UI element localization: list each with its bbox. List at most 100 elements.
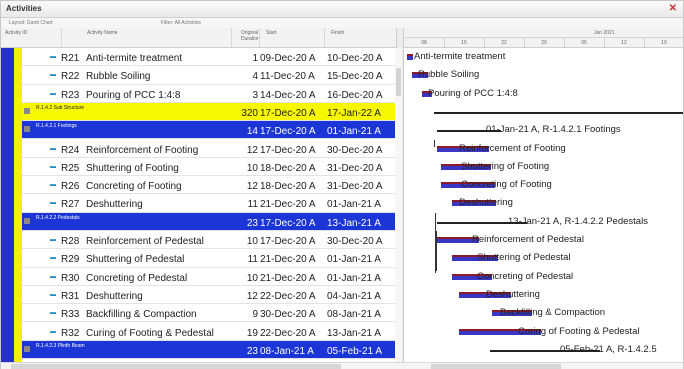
- scroll-thumb[interactable]: [396, 68, 401, 96]
- activity-bar-label: Curing of Footing & Pedestal: [518, 325, 640, 337]
- activity-name: Anti-termite treatment: [86, 53, 183, 64]
- table-row[interactable]: ▬ R25 Shuttering of Footing 10 18-Dec-20 A 31…: [22, 157, 396, 177]
- duration-cell: 1: [252, 53, 258, 64]
- duration-cell: 11: [247, 254, 258, 266]
- activity-name: Concreting of Pedestal: [86, 272, 188, 284]
- activity-bar-label: Concreting of Pedestal: [477, 270, 574, 282]
- timescale-top: Jan 2021: [404, 28, 683, 38]
- table-row[interactable]: ▬ R32 Curing of Footing & Pedestal 19 22-Dec…: [22, 322, 396, 341]
- timescale-tick: 12: [621, 40, 627, 46]
- summary-bar-label: 13-Jan-21 A, R-1.4.2.2 Pedestals: [508, 215, 648, 227]
- wbs-row[interactable]: R.1.4.2.2 Pedestals 23 17-Dec-20 A 13-Jan-2…: [22, 212, 396, 231]
- summary-bar[interactable]: [434, 111, 683, 114]
- activity-id: R22: [61, 71, 80, 83]
- col-activity-id[interactable]: Activity ID: [5, 30, 27, 36]
- gantt-scroll-thumb[interactable]: [431, 364, 561, 369]
- close-icon[interactable]: ✕: [669, 3, 677, 14]
- start-cell: 08-Jan-21 A: [260, 345, 314, 357]
- activity-id: R28: [61, 236, 80, 247]
- activity-status-icon: ▬: [50, 200, 56, 207]
- table-row[interactable]: ▬ R23 Pouring of PCC 1:4:8 3 14-Dec-20 A 16-D…: [22, 84, 396, 103]
- duration-cell: 4: [252, 71, 258, 83]
- finish-cell: 13-Jan-21 A: [327, 327, 381, 339]
- start-cell: 30-Dec-20 A: [260, 309, 316, 321]
- duration-cell: 10: [246, 272, 258, 284]
- activity-id: R24: [61, 144, 80, 156]
- activity-id: R31: [61, 290, 80, 302]
- col-activity-name[interactable]: Activity Name: [87, 30, 118, 36]
- table-row[interactable]: ▬ R27 Deshuttering 11 21-Dec-20 A 01-Jan-21 A: [22, 194, 396, 213]
- activities-window: Activities ✕ Layout: Gantt Chart Filter:…: [0, 0, 684, 369]
- start-cell: 17-Dec-20 A: [260, 144, 316, 156]
- wbs-level-strip: [1, 48, 14, 362]
- wbs-sublevel-strip: [14, 48, 22, 362]
- activity-status-icon: ▬: [50, 237, 56, 243]
- col-finish[interactable]: Finish: [331, 30, 344, 36]
- table-row[interactable]: ▬ R30 Concreting of Pedestal 10 21-Dec-20 A 0…: [22, 267, 396, 286]
- finish-cell: 13-Jan-21 A: [327, 217, 381, 229]
- activity-bar-label: Concreting of Footing: [461, 179, 552, 191]
- table-row[interactable]: ▬ R33 Backfilling & Compaction 9 30-Dec-20 A…: [22, 304, 396, 323]
- wbs-collapse-icon[interactable]: [24, 126, 30, 133]
- timescale-bottom: 08 15 22 29 05 12 19: [404, 38, 683, 48]
- activity-status-icon: ▬: [50, 291, 56, 298]
- summary-bar-label: 05-Feb-21 A, R-1.4.2.5: [560, 343, 657, 355]
- start-cell: 09-Dec-20 A: [260, 53, 316, 64]
- duration-cell: 12: [246, 181, 258, 193]
- horizontal-scrollbar[interactable]: [1, 362, 683, 369]
- activity-id: R30: [61, 272, 80, 284]
- start-cell: 18-Dec-20 A: [260, 162, 316, 174]
- wbs-row[interactable]: R.1.4.2.1 Footings 14 17-Dec-20 A 01-Jan-21…: [22, 121, 396, 140]
- wbs-name: R.1.4.2.2 Pedestals: [36, 214, 80, 221]
- wbs-row[interactable]: R.1.4.2 Sub Structure 320 17-Dec-20 A 17-Ja…: [22, 102, 396, 122]
- activity-name: Shuttering of Pedestal: [86, 254, 185, 266]
- table-row[interactable]: ▬ R31 Deshuttering 12 22-Dec-20 A 04-Jan-21 A: [22, 285, 396, 305]
- wbs-row[interactable]: R.1.4.2.3 Plinth Beam 23 08-Jan-21 A 05-Feb…: [22, 340, 396, 360]
- duration-cell: 11: [247, 199, 258, 211]
- finish-cell: 17-Jan-22 A: [327, 107, 381, 119]
- table-row[interactable]: ▬ R24 Reinforcement of Footing 12 17-Dec-20 …: [22, 139, 396, 158]
- activity-bar-label: Rubble Soiling: [418, 69, 480, 81]
- activity-bar-label: Reinforcement of Pedestal: [472, 234, 584, 245]
- timescale-tick: 05: [581, 40, 587, 46]
- wbs-collapse-icon[interactable]: [24, 107, 30, 114]
- activity-bar[interactable]: [407, 54, 413, 60]
- grid-scroll-thumb[interactable]: [11, 364, 341, 369]
- activity-id: R25: [61, 162, 80, 174]
- start-cell: 18-Dec-20 A: [260, 181, 316, 193]
- activity-id: R33: [61, 309, 80, 321]
- wbs-collapse-icon[interactable]: [24, 345, 30, 352]
- finish-cell: 30-Dec-20 A: [327, 236, 383, 247]
- filter-label[interactable]: Filter: All Activities: [161, 20, 201, 26]
- table-row[interactable]: ▬ R21 Anti-termite treatment 1 09-Dec-20 A 10…: [22, 48, 396, 67]
- timescale-tick: 22: [501, 40, 507, 46]
- finish-cell: 30-Dec-20 A: [327, 144, 383, 156]
- col-start[interactable]: Start: [266, 30, 277, 36]
- start-cell: 22-Dec-20 A: [260, 290, 316, 302]
- activity-status-icon: ▬: [50, 328, 56, 335]
- activity-status-icon: ▬: [50, 273, 56, 280]
- activity-id: R29: [61, 254, 80, 266]
- duration-cell: 12: [246, 144, 258, 156]
- activity-name: Reinforcement of Pedestal: [86, 236, 204, 247]
- table-row[interactable]: ▬ R26 Concreting of Footing 12 18-Dec-20 A 31…: [22, 176, 396, 195]
- duration-cell: 23: [246, 217, 258, 229]
- wbs-collapse-icon[interactable]: [24, 217, 30, 224]
- activity-name: Backfilling & Compaction: [86, 309, 197, 321]
- table-row[interactable]: ▬ R28 Reinforcement of Pedestal 10 17-Dec-20…: [22, 231, 396, 250]
- finish-cell: 01-Jan-21 A: [327, 254, 381, 266]
- finish-cell: 05-Feb-21 A: [327, 345, 383, 357]
- table-row[interactable]: ▬ R22 Rubble Soiling 4 11-Dec-20 A 15-Dec-20 …: [22, 66, 396, 85]
- activity-id: R27: [61, 199, 80, 211]
- layout-label[interactable]: Layout: Gantt Chart: [9, 20, 53, 26]
- gantt-chart: Jan 2021 08 15 22 29 05 12 19 Anti-termite tre…: [404, 28, 683, 362]
- timescale-month: Jan 2021: [594, 30, 615, 36]
- finish-cell: 31-Dec-20 A: [327, 162, 383, 174]
- finish-cell: 01-Jan-21 A: [327, 199, 381, 211]
- activity-name: Deshuttering: [86, 290, 143, 302]
- table-row[interactable]: ▬ R29 Shuttering of Pedestal 11 21-Dec-20 A 0…: [22, 249, 396, 268]
- vertical-scrollbar[interactable]: [395, 48, 402, 362]
- duration-cell: 10: [246, 236, 258, 247]
- finish-cell: 01-Jan-21 A: [327, 272, 381, 284]
- duration-cell: 10: [246, 162, 258, 174]
